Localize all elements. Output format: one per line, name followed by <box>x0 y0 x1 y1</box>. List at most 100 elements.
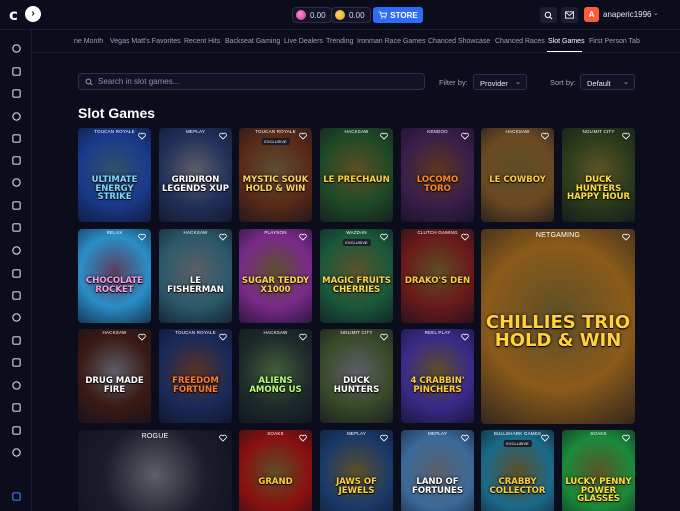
favorite-heart-icon[interactable] <box>461 434 469 442</box>
balance-value: 0.00 <box>349 10 365 20</box>
search-field[interactable] <box>78 73 425 90</box>
game-tile[interactable]: MEPLAY GRIDIRON LEGENDS XUP <box>159 128 232 222</box>
game-tile[interactable]: HACKSAW DRUG MADE FIRE <box>78 329 151 423</box>
game-tile[interactable]: MEPLAY JAWS OF JEWELS <box>320 430 393 511</box>
favorite-heart-icon[interactable] <box>299 434 307 442</box>
trophy-icon[interactable] <box>10 424 22 436</box>
sidebar-toggle-button[interactable]: › <box>25 6 41 22</box>
favorite-heart-icon[interactable] <box>622 132 630 140</box>
tab-item[interactable]: First Person Tab <box>589 38 640 45</box>
game-title: CHILLIES TRIO HOLD & WIN <box>485 312 631 351</box>
favorite-heart-icon[interactable] <box>380 233 388 241</box>
game-tile[interactable]: NETGAMING CHILLIES TRIO HOLD & WIN <box>481 229 635 424</box>
favorite-heart-icon[interactable] <box>541 132 549 140</box>
user-card-icon[interactable] <box>10 379 22 391</box>
game-tile[interactable]: RELAX CHOCOLATE ROCKET <box>78 229 151 323</box>
favorite-heart-icon[interactable] <box>622 233 630 241</box>
favorite-heart-icon[interactable] <box>380 132 388 140</box>
gamepad-icon[interactable] <box>10 289 22 301</box>
diamond-icon[interactable] <box>10 221 22 233</box>
favorite-heart-icon[interactable] <box>461 233 469 241</box>
flame-icon[interactable] <box>10 132 22 144</box>
game-tile[interactable]: BULLSHARK GAMES EXCLUSIVE CRABBY COLLECTOR <box>481 430 554 511</box>
favorite-heart-icon[interactable] <box>219 333 227 341</box>
game-tile[interactable]: NOLIMIT CITY DUCK HUNTERS <box>320 329 393 423</box>
tab-item[interactable]: Ironman Race Games <box>357 38 425 45</box>
game-tile[interactable]: TOUCAN ROYALE EXCLUSIVE MYSTIC SOUK HOLD &… <box>239 128 312 222</box>
coin-gold-icon <box>335 10 345 20</box>
pencil-icon[interactable] <box>10 42 22 54</box>
chip-icon[interactable] <box>10 244 22 256</box>
favorite-heart-icon[interactable] <box>138 333 146 341</box>
game-tile[interactable]: CLUTCH GAMING DRAKO'S DEN <box>401 229 474 323</box>
clock-icon[interactable] <box>10 87 22 99</box>
username[interactable]: anaperic1996 <box>603 10 651 19</box>
sweeps-balance[interactable]: 0.00 <box>331 7 371 23</box>
cards-icon[interactable] <box>10 176 22 188</box>
game-tile[interactable]: TOUCAN ROYALE FREEDOM FORTUNE <box>159 329 232 423</box>
game-tile[interactable]: WAZDAN EXCLUSIVE MAGIC FRUITS CHERRIES <box>320 229 393 323</box>
tab-item[interactable]: Chanced Showcase <box>428 38 490 45</box>
game-tile[interactable]: HACKSAW LE COWBOY <box>481 128 554 222</box>
game-tile[interactable]: TOUCAN ROYALE ULTIMATE ENERGY STRIKE <box>78 128 151 222</box>
game-tile[interactable]: SOAKS LUCKY PENNY POWER GLASSES <box>562 430 635 511</box>
chevron-down-icon[interactable]: ⌄ <box>653 9 659 17</box>
heart-icon[interactable] <box>10 110 22 122</box>
game-tile[interactable]: REEL PLAY 4 CRABBIN' PINCHERS <box>401 329 474 423</box>
favorite-heart-icon[interactable] <box>461 333 469 341</box>
favorite-heart-icon[interactable] <box>380 434 388 442</box>
game-tile[interactable]: ROGUE <box>78 430 232 511</box>
tab-item[interactable]: ne Month <box>74 38 103 45</box>
game-tile[interactable]: MEPLAY LAND OF FORTUNES <box>401 430 474 511</box>
exclusive-badge: EXCLUSIVE <box>261 138 290 145</box>
ticket-icon[interactable] <box>10 490 22 502</box>
dice-icon[interactable] <box>10 199 22 211</box>
tab-item[interactable]: Live Dealers <box>284 38 323 45</box>
game-tile[interactable]: PLAYSON SUGAR TEDDY X1000 <box>239 229 312 323</box>
game-title: GRAND <box>258 477 293 487</box>
game-tile[interactable]: SOAKS GRAND <box>239 430 312 511</box>
tab-item[interactable]: Trending <box>326 38 353 45</box>
game-tile[interactable]: HACKSAW LE FISHERMAN <box>159 229 232 323</box>
favorite-heart-icon[interactable] <box>299 333 307 341</box>
favorite-heart-icon[interactable] <box>219 132 227 140</box>
favorite-heart-icon[interactable] <box>461 132 469 140</box>
game-tile[interactable]: NOLIMIT CITY DUCK HUNTERS HAPPY HOUR <box>562 128 635 222</box>
favorite-heart-icon[interactable] <box>299 233 307 241</box>
favorite-heart-icon[interactable] <box>622 434 630 442</box>
chevron-down-icon: ⌄ <box>515 79 521 86</box>
provider-select[interactable]: Provider ⌄ <box>473 74 527 90</box>
rocket-icon[interactable] <box>10 154 22 166</box>
sword-icon[interactable] <box>10 356 22 368</box>
messages-button[interactable] <box>561 7 578 23</box>
timer-icon[interactable] <box>10 334 22 346</box>
flag-icon[interactable] <box>10 446 22 458</box>
favorite-heart-icon[interactable] <box>219 434 227 442</box>
avatar[interactable]: A <box>584 7 599 22</box>
favorite-heart-icon[interactable] <box>380 333 388 341</box>
game-title: DUCK HUNTERS HAPPY HOUR <box>566 175 631 202</box>
favorite-heart-icon[interactable] <box>219 233 227 241</box>
tab-item[interactable]: Chanced Races <box>495 38 545 45</box>
favorite-heart-icon[interactable] <box>541 434 549 442</box>
favorite-heart-icon[interactable] <box>138 132 146 140</box>
slot-icon[interactable] <box>10 267 22 279</box>
favorite-heart-icon[interactable] <box>299 132 307 140</box>
tab-item[interactable]: Recent Hits <box>184 38 220 45</box>
game-tile[interactable]: HACKSAW LE PRECHAUN <box>320 128 393 222</box>
gold-balance[interactable]: 0.00 <box>292 7 332 23</box>
store-button[interactable]: STORE <box>373 7 423 23</box>
tab-slot-games[interactable]: Slot Games <box>548 38 585 45</box>
sort-select[interactable]: Default ⌄ <box>580 74 635 90</box>
game-tile[interactable]: KENDOO LOCOMO TORO <box>401 128 474 222</box>
search-button[interactable] <box>540 7 557 23</box>
search-input[interactable] <box>98 77 398 86</box>
gem-icon[interactable] <box>10 311 22 323</box>
favorite-heart-icon[interactable] <box>138 233 146 241</box>
chart-icon[interactable] <box>10 401 22 413</box>
tab-item[interactable]: Vegas Matt's Favorites <box>110 38 181 45</box>
game-tile[interactable]: HACKSAW ALIENS AMONG US <box>239 329 312 423</box>
tab-item[interactable]: Backseat Gaming <box>225 38 280 45</box>
brand-logo[interactable]: c <box>9 6 18 24</box>
search-icon[interactable] <box>10 65 22 77</box>
